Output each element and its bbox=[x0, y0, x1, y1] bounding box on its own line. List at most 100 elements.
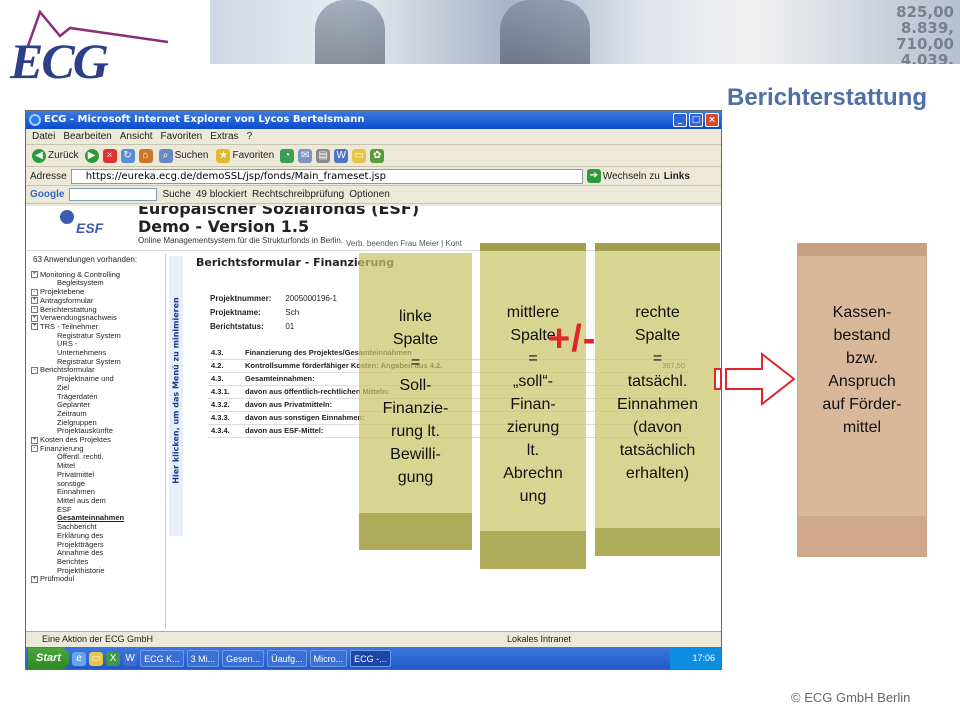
expand-icon[interactable]: + bbox=[31, 575, 38, 583]
right-column-text: rechte Spalte = tatsächl. Einnahmen (davon tat… bbox=[595, 301, 720, 485]
messenger-icon[interactable]: ✿ bbox=[370, 148, 385, 163]
print-icon[interactable]: ▤ bbox=[316, 148, 331, 163]
home-icon[interactable]: ⌂ bbox=[138, 148, 153, 163]
sidebar-item[interactable]: Annahme des bbox=[31, 548, 165, 558]
spellcheck-button[interactable]: Rechtschreibprüfung bbox=[252, 189, 344, 200]
sidebar-item[interactable]: sonstige bbox=[31, 479, 165, 489]
sidebar-item-label: Projektträgers bbox=[57, 539, 104, 549]
row-number: 4.2. bbox=[208, 359, 242, 373]
taskbar-task[interactable]: Gesen... bbox=[222, 650, 265, 667]
menu-edit[interactable]: Bearbeiten bbox=[63, 129, 111, 144]
quicklaunch-excel-icon[interactable]: X bbox=[106, 651, 121, 666]
menu-help[interactable]: ? bbox=[247, 129, 253, 144]
sidebar-item[interactable]: Trägerdaten bbox=[31, 391, 165, 402]
popup-blocked-button[interactable]: 49 blockiert bbox=[196, 189, 247, 200]
menu-favorites[interactable]: Favoriten bbox=[161, 129, 203, 144]
status-bar: Eine Aktion der ECG GmbH Lokales Intrane… bbox=[26, 631, 721, 647]
expand-icon[interactable]: + bbox=[31, 314, 38, 322]
sidebar-item[interactable]: Mittel aus dem bbox=[31, 496, 165, 506]
logout-link[interactable]: Verb. beenden Frau Meier | Kont bbox=[346, 239, 462, 248]
options-button[interactable]: Optionen bbox=[349, 189, 390, 200]
info-label: Projektnummer: bbox=[210, 294, 272, 303]
slide-title: Berichterstattung bbox=[727, 84, 928, 111]
sidebar-item[interactable]: Privatmittel bbox=[31, 470, 165, 480]
cash-balance-box: Kassen-bestand bzw. Anspruch auf Förder-mit… bbox=[797, 243, 927, 557]
sidebar-item[interactable]: Registratur System bbox=[31, 330, 165, 341]
menu-view[interactable]: Ansicht bbox=[120, 129, 153, 144]
sidebar-nav: 63 Anwendungen vorhanden: + Monitoring & … bbox=[31, 254, 166, 629]
expand-icon[interactable]: + bbox=[31, 436, 38, 444]
info-value: 01 bbox=[285, 322, 295, 331]
sidebar-item[interactable]: Zeitraum bbox=[31, 408, 165, 419]
windows-taskbar: Start e ▭ X W ECG K... 3 Mi... Gesen... Üau… bbox=[26, 647, 721, 669]
start-button[interactable]: Start bbox=[28, 648, 70, 669]
taskbar-task[interactable]: 3 Mi... bbox=[186, 650, 220, 667]
sidebar-item[interactable]: Mittel bbox=[31, 461, 165, 471]
close-button[interactable]: × bbox=[705, 113, 719, 127]
menu-file[interactable]: Datei bbox=[32, 129, 55, 144]
info-label: Berichtstatus: bbox=[210, 322, 264, 331]
sidebar-item-label: Zeitraum bbox=[57, 408, 87, 418]
search-label: Suchen bbox=[174, 150, 209, 161]
middle-column-overlay: mittlere Spalte = „soll“- Finan-zierung lt. Ab… bbox=[480, 243, 586, 569]
quicklaunch-word-icon[interactable]: W bbox=[123, 651, 138, 666]
maximize-button[interactable]: □ bbox=[689, 113, 703, 127]
media-icon[interactable]: ◔ bbox=[280, 148, 295, 163]
sidebar-item[interactable]: Ziel bbox=[31, 383, 165, 393]
task-buttons: ECG K... 3 Mi... Gesen... Üaufg... Micro... E… bbox=[140, 650, 391, 667]
taskbar-task[interactable]: ECG -... bbox=[350, 650, 391, 667]
google-logo[interactable]: Google bbox=[30, 189, 64, 200]
sidebar-item[interactable]: Gesamteinnahmen bbox=[31, 514, 165, 523]
search-button[interactable]: ⌕ Suchen bbox=[157, 148, 211, 164]
google-search-input[interactable] bbox=[69, 188, 158, 201]
quicklaunch-ie-icon[interactable]: e bbox=[72, 651, 87, 666]
sidebar-item-label: Zielgruppen bbox=[57, 417, 97, 427]
left-column-text: linke Spalte = Soll- Finanzie-rung lt. Bewill… bbox=[359, 305, 472, 489]
sidebar-item-label: Registratur System bbox=[57, 330, 121, 340]
right-column-line: rechte bbox=[635, 304, 680, 321]
sidebar-item-label: Sachbericht bbox=[57, 522, 97, 532]
quicklaunch-folder-icon[interactable]: ▭ bbox=[89, 651, 104, 666]
zone-text: Lokales Intranet bbox=[506, 634, 571, 644]
links-label[interactable]: Links bbox=[664, 171, 690, 182]
box-line: Kassen- bbox=[832, 304, 892, 321]
menu-tools[interactable]: Extras bbox=[210, 129, 238, 144]
sidebar-item[interactable]: Projektname und bbox=[31, 374, 165, 384]
back-button[interactable]: ◀ Zurück bbox=[30, 148, 81, 164]
forward-arrow-icon[interactable]: ▶ bbox=[84, 148, 99, 163]
left-column-band bbox=[359, 513, 472, 550]
minimize-button[interactable]: _ bbox=[673, 113, 687, 127]
collapse-icon[interactable]: - bbox=[31, 445, 38, 453]
collapse-icon[interactable]: - bbox=[31, 306, 38, 314]
sidebar-item-label: Unternehmens bbox=[57, 348, 107, 358]
mail-icon[interactable]: ✉ bbox=[298, 148, 313, 163]
expand-icon[interactable]: + bbox=[31, 297, 38, 305]
sidebar-item[interactable]: + Prüfmodul bbox=[31, 574, 165, 584]
favorites-button[interactable]: ★ Favoriten bbox=[214, 148, 276, 164]
refresh-icon[interactable]: ↻ bbox=[120, 148, 135, 163]
left-column-line: Finanzie- bbox=[382, 400, 449, 417]
left-column-line: rung lt. bbox=[391, 423, 440, 440]
google-search-button[interactable]: Suche bbox=[162, 189, 190, 200]
edit-icon[interactable]: W bbox=[334, 148, 349, 163]
taskbar-task[interactable]: Üaufg... bbox=[267, 650, 307, 667]
info-label: Projektname: bbox=[210, 308, 261, 317]
minimize-menu-toggle[interactable]: Hier klicken, um das Menü zu minimieren bbox=[169, 256, 183, 536]
sidebar-item-label: Verwendungsnachweis bbox=[40, 313, 117, 323]
stop-icon[interactable]: × bbox=[102, 148, 117, 163]
browser-toolbar: ◀ Zurück ▶ × ↻ ⌂ ⌕ Suchen ★ Favoriten ◔ … bbox=[26, 145, 721, 167]
sidebar-item-label: Trägerdaten bbox=[57, 391, 98, 401]
address-input[interactable] bbox=[70, 168, 583, 184]
folder-icon[interactable]: ▭ bbox=[352, 148, 367, 163]
expand-icon[interactable]: + bbox=[31, 271, 38, 279]
collapse-icon[interactable]: - bbox=[31, 288, 38, 296]
sidebar-item[interactable]: Öffentl. rechtl. bbox=[31, 453, 165, 462]
collapse-icon[interactable]: - bbox=[31, 366, 38, 374]
sidebar-item[interactable]: Geplanter bbox=[31, 400, 165, 410]
middle-column-line: zierung bbox=[506, 419, 560, 436]
expand-icon[interactable]: + bbox=[31, 323, 38, 331]
info-value: Sch bbox=[285, 308, 300, 317]
taskbar-task[interactable]: ECG K... bbox=[140, 650, 184, 667]
go-button[interactable]: ➔ Wechseln zu bbox=[586, 169, 660, 183]
taskbar-task[interactable]: Micro... bbox=[309, 650, 348, 667]
